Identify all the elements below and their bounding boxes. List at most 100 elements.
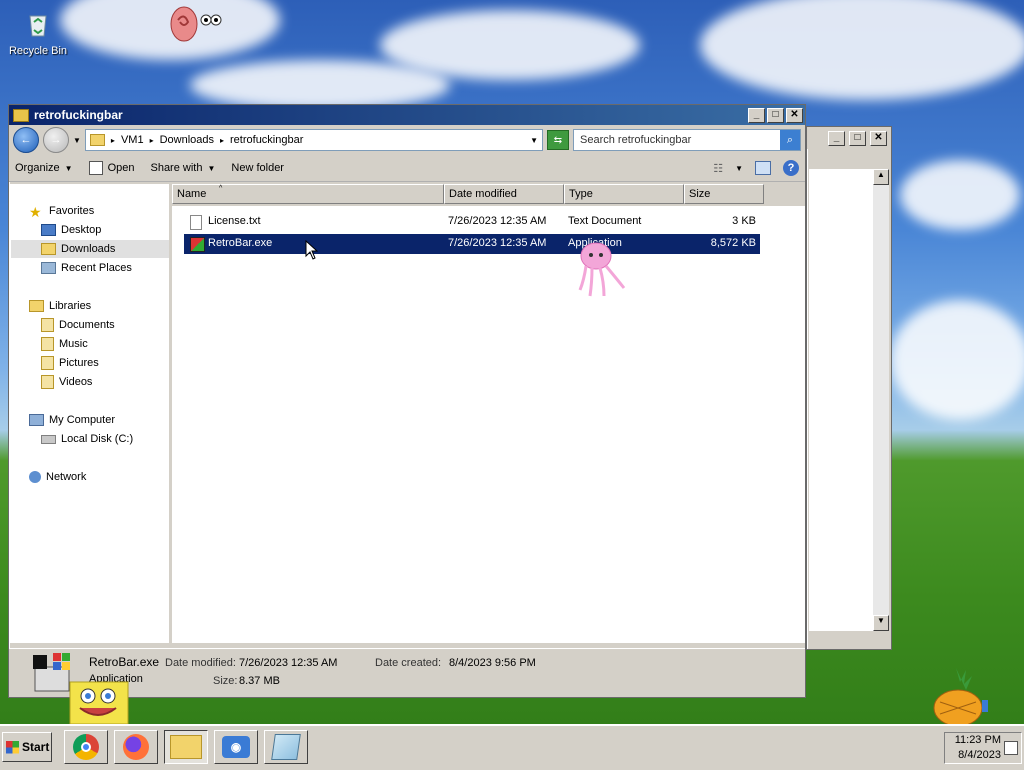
chevron-right-icon[interactable]: ▸ (220, 136, 224, 145)
detail-date-created-label: Date created: (375, 657, 442, 669)
file-date: 7/26/2023 12:35 AM (448, 215, 547, 227)
nav-network[interactable]: Network (29, 468, 86, 486)
nav-downloads-label: Downloads (61, 243, 116, 255)
chevron-down-icon: ▼ (207, 163, 216, 173)
forward-button[interactable]: → (43, 127, 69, 153)
minimize-button[interactable]: _ (748, 107, 765, 123)
close-button[interactable]: ✕ (786, 107, 803, 123)
nav-desktop[interactable]: Desktop (41, 221, 101, 239)
column-header-name[interactable]: Name ^ (172, 184, 444, 204)
column-name-label: Name (177, 188, 207, 200)
maximize-button[interactable]: □ (849, 130, 866, 146)
nav-downloads[interactable]: Downloads (11, 240, 169, 258)
column-header-date-modified[interactable]: Date modified (444, 184, 564, 204)
taskbar-explorer-button-active[interactable] (164, 730, 208, 764)
explorer-window[interactable]: retrofuckingbar _ □ ✕ ← → ▼ ▸ VM1 ▸ Down… (8, 104, 806, 698)
nav-favorites-label: Favorites (49, 205, 95, 217)
nav-local-disk[interactable]: Local Disk (C:) (41, 430, 133, 448)
file-row[interactable]: License.txt 7/26/2023 12:35 AM Text Docu… (184, 212, 760, 232)
nav-my-computer[interactable]: My Computer (29, 411, 115, 429)
nav-favorites[interactable]: ★ Favorites (29, 202, 94, 220)
nav-videos-label: Videos (59, 376, 93, 388)
nav-libraries[interactable]: Libraries (29, 297, 91, 315)
chevron-down-icon[interactable]: ▼ (735, 164, 743, 173)
organize-button[interactable]: Organize ▼ (15, 162, 73, 174)
chevron-right-icon[interactable]: ▸ (150, 136, 154, 145)
taskbar: Start ◉ 11:23 PM 8/4/2023 (0, 724, 1024, 770)
nav-documents[interactable]: Documents (41, 316, 115, 334)
file-name: RetroBar.exe (208, 237, 273, 249)
column-type-label: Type (569, 188, 593, 200)
nav-local-disk-label: Local Disk (C:) (61, 433, 134, 445)
folder-icon (89, 134, 105, 146)
scroll-down-button[interactable]: ▼ (873, 615, 889, 631)
recycle-bin-desktop-icon[interactable]: Recycle Bin (8, 8, 68, 57)
jellyfish-cursor-icon (578, 242, 626, 297)
share-with-button[interactable]: Share with ▼ (150, 162, 215, 174)
minimize-button[interactable]: _ (828, 130, 845, 146)
new-folder-button[interactable]: New folder (231, 162, 284, 174)
file-name: License.txt (208, 215, 261, 227)
nav-music[interactable]: Music (41, 335, 88, 353)
cloud (890, 300, 1024, 420)
detail-size-value: 8.37 MB (239, 675, 280, 687)
cloud (190, 60, 450, 110)
start-button[interactable]: Start (2, 732, 52, 762)
start-label: Start (22, 740, 50, 754)
recycle-bin-icon (29, 15, 47, 37)
column-header-size[interactable]: Size (684, 184, 764, 204)
history-dropdown-icon[interactable]: ▼ (73, 136, 81, 145)
breadcrumb-item[interactable]: VM1 (121, 134, 144, 146)
vertical-scrollbar[interactable]: ▲ ▼ (873, 169, 889, 631)
background-window[interactable]: _ □ ✕ ▲ ▼ (806, 126, 892, 650)
open-button[interactable]: Open (88, 161, 134, 175)
breadcrumb-item[interactable]: retrofuckingbar (230, 134, 303, 146)
search-placeholder: Search retrofuckingbar (580, 134, 692, 146)
clock-time[interactable]: 11:23 PM (945, 733, 1001, 748)
view-options-icon[interactable]: ☷ (713, 162, 723, 175)
folder-icon (13, 108, 29, 122)
help-icon[interactable]: ? (783, 160, 799, 176)
chrome-icon (73, 734, 99, 760)
search-input[interactable]: Search retrofuckingbar ⌕ (573, 129, 801, 151)
maximize-button[interactable]: □ (767, 107, 784, 123)
taskbar-app-button[interactable]: ◉ (214, 730, 258, 764)
downloads-icon (41, 243, 56, 255)
command-bar: Organize ▼ Open Share with ▼ New folder ☷ … (9, 155, 805, 182)
search-icon[interactable]: ⌕ (780, 130, 800, 150)
documents-icon (41, 318, 54, 332)
column-header-type[interactable]: Type (564, 184, 684, 204)
firefox-icon (123, 734, 149, 760)
open-icon (88, 161, 103, 175)
nav-videos[interactable]: Videos (41, 373, 92, 391)
nav-pictures[interactable]: Pictures (41, 354, 99, 372)
file-row-selected[interactable]: RetroBar.exe 7/26/2023 12:35 AM Applicat… (184, 234, 760, 254)
detail-date-modified-value: 7/26/2023 12:35 AM (239, 657, 338, 669)
nav-music-label: Music (59, 338, 88, 350)
libraries-icon (29, 300, 44, 312)
breadcrumb-item[interactable]: Downloads (160, 134, 214, 146)
show-desktop-icon[interactable] (1004, 741, 1018, 755)
sort-arrow-icon: ^ (219, 185, 223, 192)
close-button[interactable]: ✕ (870, 130, 887, 146)
chevron-right-icon[interactable]: ▸ (111, 136, 115, 145)
taskbar-firefox-button[interactable] (114, 730, 158, 764)
file-list: Name ^ Date modified Type Size License.tx… (172, 184, 805, 643)
star-icon: ★ (29, 204, 42, 220)
scroll-up-button[interactable]: ▲ (873, 169, 889, 185)
refresh-button[interactable]: ⇆ (547, 130, 569, 150)
window-titlebar[interactable]: retrofuckingbar _ □ ✕ (9, 105, 805, 125)
address-field[interactable]: ▸ VM1 ▸ Downloads ▸ retrofuckingbar ▼ (84, 129, 543, 151)
preview-pane-icon[interactable] (755, 161, 771, 175)
application-icon (190, 237, 205, 252)
notepad-icon (271, 734, 301, 760)
back-button[interactable]: ← (13, 127, 39, 153)
new-folder-label: New folder (231, 162, 284, 174)
taskbar-notepad-button[interactable] (264, 730, 308, 764)
file-size: 3 KB (732, 215, 756, 227)
chevron-down-icon[interactable]: ▼ (530, 136, 538, 145)
taskbar-chrome-button[interactable] (64, 730, 108, 764)
nav-recent-places[interactable]: Recent Places (41, 259, 132, 277)
folder-icon (170, 735, 202, 759)
clock-date[interactable]: 8/4/2023 (945, 748, 1001, 763)
